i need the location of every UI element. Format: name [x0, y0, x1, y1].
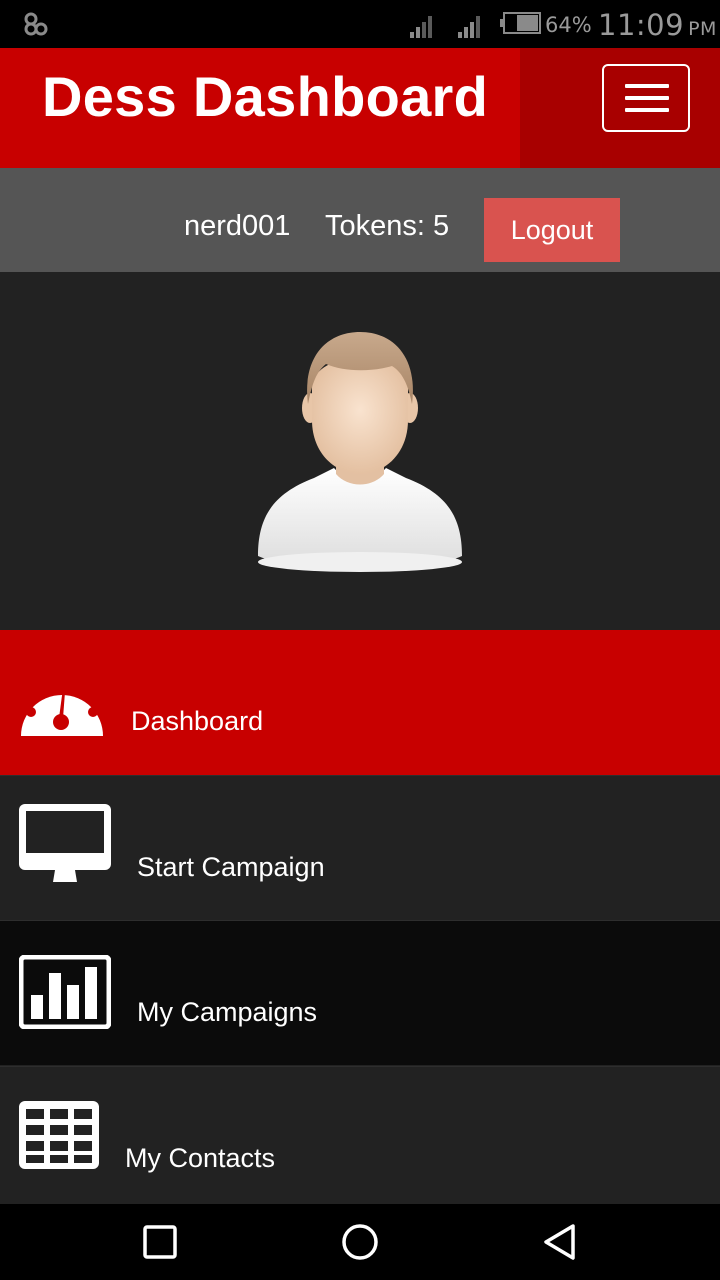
bar-chart-icon [19, 955, 111, 1029]
signal-strength-icon-2 [458, 16, 480, 38]
user-bar: nerd001 Tokens: 5 Logout [0, 168, 720, 272]
dashboard-gauge-icon [21, 679, 103, 736]
notification-app-icon [24, 12, 48, 36]
nav-label-start-campaign: Start Campaign [137, 852, 325, 882]
recents-square-icon[interactable] [140, 1222, 180, 1262]
clock: 11:09 PM [598, 8, 717, 42]
app-title: Dess Dashboard [42, 65, 489, 128]
nav-item-dashboard[interactable]: Dashboard [0, 630, 720, 775]
home-circle-icon[interactable] [340, 1222, 380, 1262]
user-avatar [258, 332, 462, 572]
app-header: Dess Dashboard [0, 48, 720, 168]
hamburger-menu-button[interactable] [602, 64, 690, 132]
monitor-icon [19, 804, 111, 882]
nav-item-start-campaign[interactable]: Start Campaign [0, 775, 720, 920]
nav-item-my-campaigns[interactable]: My Campaigns [0, 920, 720, 1065]
nav-item-my-contacts[interactable]: My Contacts [0, 1066, 720, 1204]
status-bar: 64% 11:09 PM [0, 0, 720, 48]
clock-time: 11:09 [598, 8, 685, 42]
battery-percent: 64% [545, 13, 592, 37]
profile-section [0, 272, 720, 630]
table-grid-icon [19, 1101, 99, 1169]
signal-strength-icon [410, 16, 432, 38]
logout-button[interactable]: Logout [484, 198, 620, 262]
hamburger-menu-icon-line [625, 84, 669, 88]
hamburger-menu-icon-line [625, 108, 669, 112]
nav-label-dashboard: Dashboard [131, 706, 264, 736]
hamburger-menu-icon-line [625, 96, 669, 100]
battery-icon [500, 12, 541, 34]
nav-label-my-contacts: My Contacts [125, 1143, 276, 1173]
clock-ampm: PM [688, 18, 717, 40]
back-triangle-icon[interactable] [540, 1222, 580, 1262]
tokens-count: Tokens: 5 [325, 210, 450, 242]
username: nerd001 [184, 210, 291, 242]
system-nav-bar [0, 1204, 720, 1280]
nav-label-my-campaigns: My Campaigns [137, 997, 318, 1027]
